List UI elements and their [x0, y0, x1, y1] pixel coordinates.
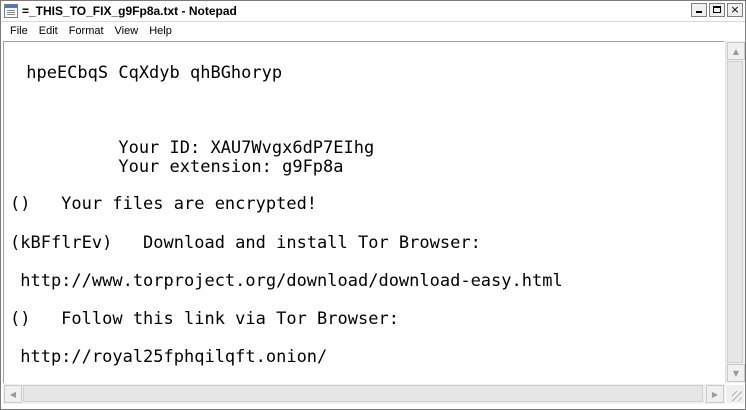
title-bar[interactable]: =_THIS_TO_FIX_g9Fp8a.txt - Notepad ×: [1, 1, 745, 22]
text-line-heading: hpeECbqS CqXdyb qhBGhoryp: [16, 63, 283, 83]
text-line-extension: Your extension: g9Fp8a: [16, 157, 344, 177]
resize-grip-icon[interactable]: [726, 385, 744, 403]
scroll-right-button[interactable]: ▶: [706, 385, 724, 403]
scroll-down-button[interactable]: ▼: [727, 364, 745, 382]
text-editor-area[interactable]: hpeECbqS CqXdyb qhBGhoryp Your ID: XAU7W…: [3, 41, 724, 383]
text-line-onion-url: http://royal25fphqilqft.onion/: [10, 347, 328, 367]
maximize-button[interactable]: [709, 3, 725, 17]
window-controls: ×: [691, 3, 743, 19]
text-line-encrypted: () Your files are encrypted!: [10, 194, 318, 214]
text-line-download-tor: (kBFflrEv) Download and install Tor Brow…: [10, 233, 481, 253]
menu-edit[interactable]: Edit: [34, 25, 63, 37]
scroll-up-button[interactable]: ▲: [727, 42, 745, 60]
notepad-window: =_THIS_TO_FIX_g9Fp8a.txt - Notepad × Fil…: [0, 0, 746, 410]
minimize-button[interactable]: [691, 3, 707, 17]
vertical-scrollbar[interactable]: ▲ ▼: [725, 41, 745, 383]
menu-file[interactable]: File: [5, 25, 33, 37]
menu-view[interactable]: View: [110, 25, 144, 37]
window-title: =_THIS_TO_FIX_g9Fp8a.txt - Notepad: [22, 4, 237, 18]
notepad-icon[interactable]: [4, 4, 18, 18]
vertical-scroll-thumb[interactable]: [727, 61, 743, 363]
text-line-tor-url: http://www.torproject.org/download/downl…: [10, 271, 563, 291]
text-line-id: Your ID: XAU7Wvgx6dP7EIhg: [16, 138, 375, 158]
horizontal-scroll-thumb[interactable]: [23, 385, 703, 402]
horizontal-scrollbar[interactable]: ◀ ▶: [3, 384, 725, 404]
close-button[interactable]: ×: [727, 3, 743, 17]
menu-help[interactable]: Help: [144, 25, 177, 37]
menu-format[interactable]: Format: [64, 25, 109, 37]
text-line-follow-link: () Follow this link via Tor Browser:: [10, 309, 399, 329]
scroll-left-button[interactable]: ◀: [4, 385, 22, 403]
menu-bar: File Edit Format View Help: [1, 22, 745, 40]
